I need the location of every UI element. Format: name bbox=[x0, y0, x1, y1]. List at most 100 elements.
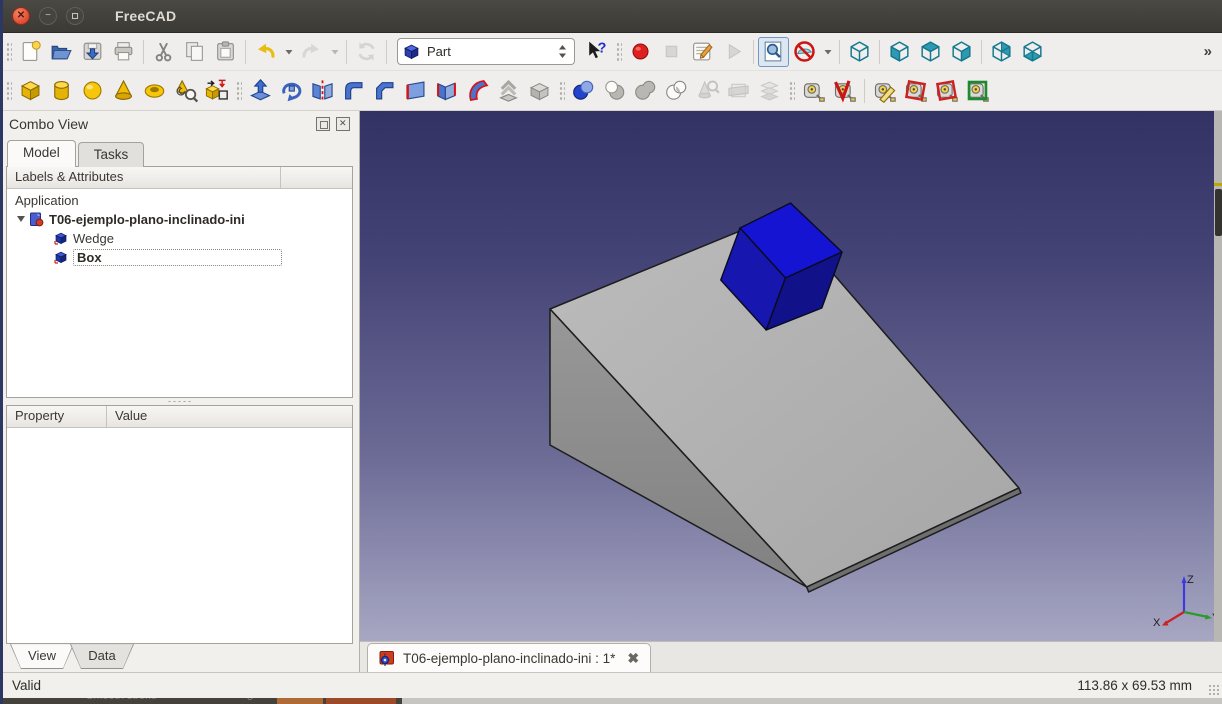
value-column-header[interactable]: Value bbox=[107, 406, 352, 427]
part-union-button[interactable] bbox=[630, 76, 661, 106]
whats-this-button[interactable]: ? bbox=[581, 37, 612, 67]
cut-button[interactable] bbox=[148, 37, 179, 67]
combo-view-title: Combo View bbox=[9, 116, 88, 132]
measure-toggle-3d-button[interactable] bbox=[962, 76, 993, 106]
part-thickness-button[interactable] bbox=[524, 76, 555, 106]
open-button[interactable] bbox=[46, 37, 77, 67]
view-front-button[interactable] bbox=[884, 37, 915, 67]
toolbar-overflow-button[interactable]: » bbox=[1196, 43, 1220, 60]
window-minimize-button[interactable]: − bbox=[39, 7, 57, 25]
workbench-spinner[interactable] bbox=[556, 43, 569, 60]
scrollbar-thumb[interactable] bbox=[1215, 189, 1222, 236]
tree-item-document[interactable]: T06-ejemplo-plano-inclinado-ini bbox=[7, 210, 352, 229]
freecad-window: ✕ − FreeCAD Part? » Combo View Model Task… bbox=[0, 0, 1222, 704]
3d-viewport[interactable]: Z Y X bbox=[360, 111, 1222, 641]
tree-item-wedge[interactable]: Wedge bbox=[7, 229, 352, 248]
workbench-selector[interactable]: Part bbox=[397, 38, 575, 65]
part-fillet-button[interactable] bbox=[338, 76, 369, 106]
dimension-readout: 113.86 x 69.53 mm bbox=[1077, 678, 1210, 693]
part-box-button[interactable] bbox=[15, 76, 46, 106]
macro-play-button bbox=[718, 37, 749, 67]
part-slices-button bbox=[754, 76, 785, 106]
draw-style-dropdown[interactable] bbox=[820, 37, 835, 67]
background-window-light-block bbox=[402, 698, 1222, 704]
toolbar-handle[interactable] bbox=[5, 80, 12, 102]
part-cylinder-button[interactable] bbox=[46, 76, 77, 106]
toolbar-separator bbox=[386, 40, 387, 64]
freecad-doc-icon bbox=[379, 650, 395, 666]
part-revolve-button[interactable] bbox=[276, 76, 307, 106]
tab-model[interactable]: Model bbox=[7, 140, 76, 167]
measure-clear-button[interactable] bbox=[900, 76, 931, 106]
measure-linear-button[interactable] bbox=[798, 76, 829, 106]
dock-close-icon[interactable] bbox=[336, 117, 350, 131]
property-column-header[interactable]: Property bbox=[7, 406, 107, 427]
toolbar-handle[interactable] bbox=[788, 80, 795, 102]
tab-view[interactable]: View bbox=[10, 644, 74, 669]
part-create-primitives-button[interactable] bbox=[170, 76, 201, 106]
part-cut-button[interactable] bbox=[599, 76, 630, 106]
background-window-red-block bbox=[326, 698, 396, 704]
window-maximize-button[interactable] bbox=[66, 7, 84, 25]
part-mirror-button[interactable] bbox=[307, 76, 338, 106]
part-common-button[interactable] bbox=[661, 76, 692, 106]
tree-item-application[interactable]: Application bbox=[7, 191, 352, 210]
view-axonometric-button[interactable] bbox=[844, 37, 875, 67]
view-right-button[interactable] bbox=[946, 37, 977, 67]
toolbar-handle[interactable] bbox=[235, 80, 242, 102]
macro-record-button[interactable] bbox=[625, 37, 656, 67]
document-icon bbox=[29, 212, 44, 227]
view-rear-button[interactable] bbox=[986, 37, 1017, 67]
part-boolean-button[interactable] bbox=[568, 76, 599, 106]
view-bottom-button[interactable] bbox=[1017, 37, 1048, 67]
document-label: T06-ejemplo-plano-inclinado-ini bbox=[49, 212, 245, 227]
part-ruled-surface-button[interactable] bbox=[431, 76, 462, 106]
part-extrude-button[interactable] bbox=[245, 76, 276, 106]
document-tab-close-icon[interactable]: ✖ bbox=[627, 650, 639, 667]
resize-grip[interactable] bbox=[1208, 684, 1220, 696]
part-torus-button[interactable] bbox=[139, 76, 170, 106]
toolbar-handle[interactable] bbox=[5, 41, 12, 63]
tree-item-box[interactable]: Box bbox=[7, 248, 352, 267]
macro-stop-button bbox=[656, 37, 687, 67]
paste-button[interactable] bbox=[210, 37, 241, 67]
panel-splitter[interactable] bbox=[0, 398, 359, 406]
title-bar[interactable]: ✕ − FreeCAD bbox=[0, 0, 1222, 33]
view-top-button[interactable] bbox=[915, 37, 946, 67]
tree-header-labels[interactable]: Labels & Attributes bbox=[7, 167, 281, 188]
measure-toggle-button[interactable] bbox=[931, 76, 962, 106]
part-shape-builder-button[interactable] bbox=[201, 76, 232, 106]
workbench-value: Part bbox=[427, 44, 556, 59]
tab-tasks[interactable]: Tasks bbox=[78, 142, 145, 167]
tab-data[interactable]: Data bbox=[70, 644, 134, 669]
copy-button[interactable] bbox=[179, 37, 210, 67]
dock-float-icon[interactable] bbox=[316, 117, 330, 131]
measure-refresh-button[interactable] bbox=[869, 76, 900, 106]
toolbar-handle[interactable] bbox=[558, 80, 565, 102]
part-offset-button[interactable] bbox=[493, 76, 524, 106]
print-button[interactable] bbox=[108, 37, 139, 67]
viewport-scrollbar[interactable] bbox=[1214, 111, 1222, 641]
part-chamfer-button[interactable] bbox=[369, 76, 400, 106]
measure-angular-button[interactable] bbox=[829, 76, 860, 106]
undo-button[interactable] bbox=[250, 37, 281, 67]
part-make-face-button[interactable] bbox=[400, 76, 431, 106]
part-cone-button[interactable] bbox=[108, 76, 139, 106]
window-close-button[interactable]: ✕ bbox=[12, 7, 30, 25]
tree-header-extra[interactable] bbox=[281, 167, 352, 188]
toolbar-separator bbox=[143, 40, 144, 64]
new-document-button[interactable] bbox=[15, 37, 46, 67]
macro-edit-button[interactable] bbox=[687, 37, 718, 67]
part-sphere-button[interactable] bbox=[77, 76, 108, 106]
fit-all-button[interactable] bbox=[758, 37, 789, 67]
toolbar-handle[interactable] bbox=[615, 41, 622, 63]
toolbar-separator bbox=[879, 40, 880, 64]
draw-style-button[interactable] bbox=[789, 37, 820, 67]
maximize-icon bbox=[72, 13, 78, 19]
part-loft-button[interactable] bbox=[462, 76, 493, 106]
undo-dropdown[interactable] bbox=[281, 37, 296, 67]
save-button[interactable] bbox=[77, 37, 108, 67]
property-table-body[interactable] bbox=[7, 428, 352, 643]
expand-arrow-icon[interactable] bbox=[17, 216, 25, 222]
document-tab[interactable]: T06-ejemplo-plano-inclinado-ini : 1* ✖ bbox=[367, 643, 651, 672]
